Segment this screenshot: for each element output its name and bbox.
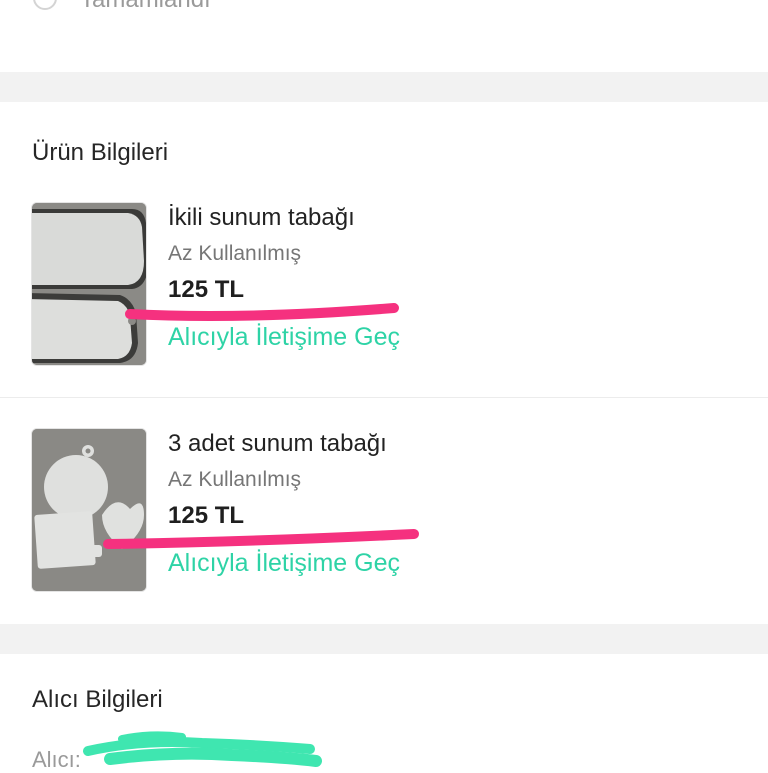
item-divider	[0, 397, 768, 398]
green-redaction-scribble	[83, 731, 322, 767]
product-thumbnail[interactable]	[31, 202, 147, 366]
serving-plates-image	[32, 203, 146, 365]
product-section-title: Ürün Bilgileri	[32, 139, 169, 166]
pink-highlight-stroke	[103, 529, 419, 549]
status-section: Tamamlandı	[0, 0, 768, 72]
buyer-section-title: Alıcı Bilgileri	[32, 686, 163, 713]
section-divider	[0, 72, 768, 102]
product-condition: Az Kullanılmış	[168, 468, 302, 491]
pink-highlight-stroke	[125, 303, 399, 321]
status-label: Tamamlandı	[80, 0, 211, 14]
product-condition: Az Kullanılmış	[168, 242, 302, 265]
section-divider	[0, 624, 768, 654]
product-title: 3 adet sunum tabağı	[168, 430, 387, 457]
serving-plates-image	[32, 429, 146, 591]
status-radio[interactable]	[33, 0, 57, 10]
product-title: İkili sunum tabağı	[168, 204, 355, 231]
product-thumbnail[interactable]	[31, 428, 147, 592]
buyer-label: Alıcı:	[32, 747, 81, 772]
